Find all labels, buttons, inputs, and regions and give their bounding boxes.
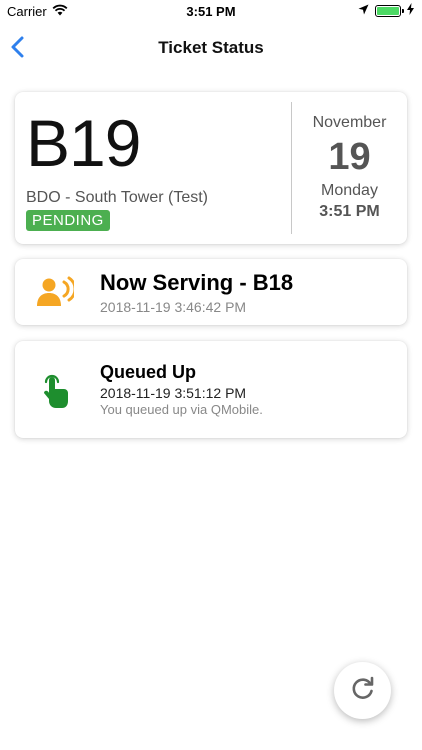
ticket-time: 3:51 PM <box>319 203 380 220</box>
queued-up-title: Queued Up <box>100 362 197 382</box>
date-day: 19 <box>328 136 371 178</box>
battery-icon <box>375 4 404 17</box>
date-weekday: Monday <box>321 182 378 199</box>
refresh-button[interactable] <box>334 662 391 719</box>
page-title: Ticket Status <box>158 38 264 57</box>
refresh-icon <box>350 675 376 706</box>
ticket-card: B19 BDO - South Tower (Test) PENDING Nov… <box>15 92 407 244</box>
branch-name: BDO - South Tower (Test) <box>26 189 208 206</box>
tap-finger-icon <box>35 369 75 409</box>
status-badge: PENDING <box>26 210 110 231</box>
speaking-person-icon <box>35 272 75 312</box>
queued-up-timestamp: 2018-11-19 3:51:12 PM <box>100 385 247 401</box>
charging-bolt-icon <box>407 3 414 18</box>
navigation-bar: Ticket Status <box>0 22 422 74</box>
now-serving-title: Now Serving - B18 <box>100 270 294 295</box>
battery-fill <box>377 6 399 15</box>
status-bar-right <box>358 3 414 18</box>
now-serving-card: Now Serving - B18 2018-11-19 3:46:42 PM <box>15 259 407 325</box>
queued-up-note: You queued up via QMobile. <box>100 402 263 417</box>
date-month: November <box>312 114 387 131</box>
location-arrow-icon <box>358 3 369 18</box>
status-bar: Carrier 3:51 PM <box>0 0 422 22</box>
ticket-number: B19 <box>26 106 141 180</box>
queued-up-card: Queued Up 2018-11-19 3:51:12 PM You queu… <box>15 341 407 438</box>
now-serving-timestamp: 2018-11-19 3:46:42 PM <box>100 299 247 315</box>
